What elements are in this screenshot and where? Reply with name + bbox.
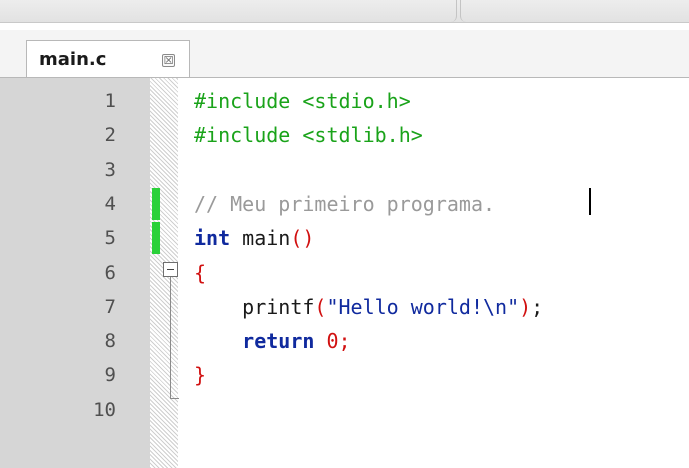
change-marker bbox=[152, 222, 160, 255]
line-number: 10 bbox=[93, 398, 116, 421]
code-line: } bbox=[194, 359, 206, 391]
code-line: int main() bbox=[194, 222, 314, 254]
change-marker bbox=[152, 187, 160, 220]
code-token: { bbox=[194, 260, 207, 285]
tab-close-icon[interactable]: ☒ bbox=[162, 54, 175, 67]
tab-label: main.c bbox=[39, 49, 107, 70]
fold-range-end bbox=[170, 398, 179, 399]
fold-range-line bbox=[170, 277, 171, 399]
line-number: 7 bbox=[104, 295, 116, 318]
line-number: 1 bbox=[104, 90, 116, 112]
line-number: 6 bbox=[104, 261, 116, 284]
code-line: #include <stdlib.h> bbox=[194, 119, 423, 151]
top-toolbar-strip bbox=[0, 0, 689, 23]
code-token: "Hello world!\n" bbox=[326, 294, 520, 319]
code-line: // Meu primeiro programa. bbox=[194, 188, 495, 220]
line-number: 5 bbox=[104, 227, 116, 250]
code-token: return bbox=[194, 329, 315, 354]
code-token: int bbox=[194, 226, 231, 251]
line-number: 3 bbox=[104, 158, 116, 181]
code-token: ) bbox=[519, 294, 532, 319]
line-number: 4 bbox=[104, 192, 116, 215]
code-token: () bbox=[290, 226, 315, 251]
code-line: return 0; bbox=[194, 325, 351, 357]
text-caret bbox=[589, 188, 591, 215]
code-token: } bbox=[194, 363, 207, 388]
code-token: // Meu primeiro programa. bbox=[194, 191, 496, 216]
code-line: #include <stdio.h> bbox=[194, 85, 411, 117]
code-token: ; bbox=[531, 294, 544, 319]
toolbar-segment bbox=[426, 0, 457, 22]
editor-tab-bar: main.c ☒ bbox=[0, 30, 689, 78]
toolbar-segment bbox=[460, 0, 689, 22]
code-token: #include <stdio.h> bbox=[194, 89, 411, 113]
code-token: main bbox=[230, 226, 291, 251]
code-token: #include <stdlib.h> bbox=[194, 123, 423, 148]
tab-main-c[interactable]: main.c ☒ bbox=[26, 40, 190, 78]
fold-margin bbox=[178, 78, 190, 468]
code-token: 0 bbox=[326, 329, 339, 354]
code-token: ; bbox=[338, 329, 351, 354]
line-number: 9 bbox=[104, 364, 116, 387]
line-number: 2 bbox=[104, 124, 116, 147]
code-line: printf("Hello world!\n"); bbox=[194, 291, 543, 323]
line-number: 8 bbox=[104, 330, 116, 353]
code-token: printf bbox=[194, 294, 315, 319]
code-line: { bbox=[194, 257, 206, 289]
code-token: ( bbox=[314, 294, 327, 319]
fold-collapse-icon[interactable] bbox=[163, 262, 178, 277]
line-number-gutter: 1 2 3 4 5 6 7 8 9 10 bbox=[0, 78, 150, 468]
